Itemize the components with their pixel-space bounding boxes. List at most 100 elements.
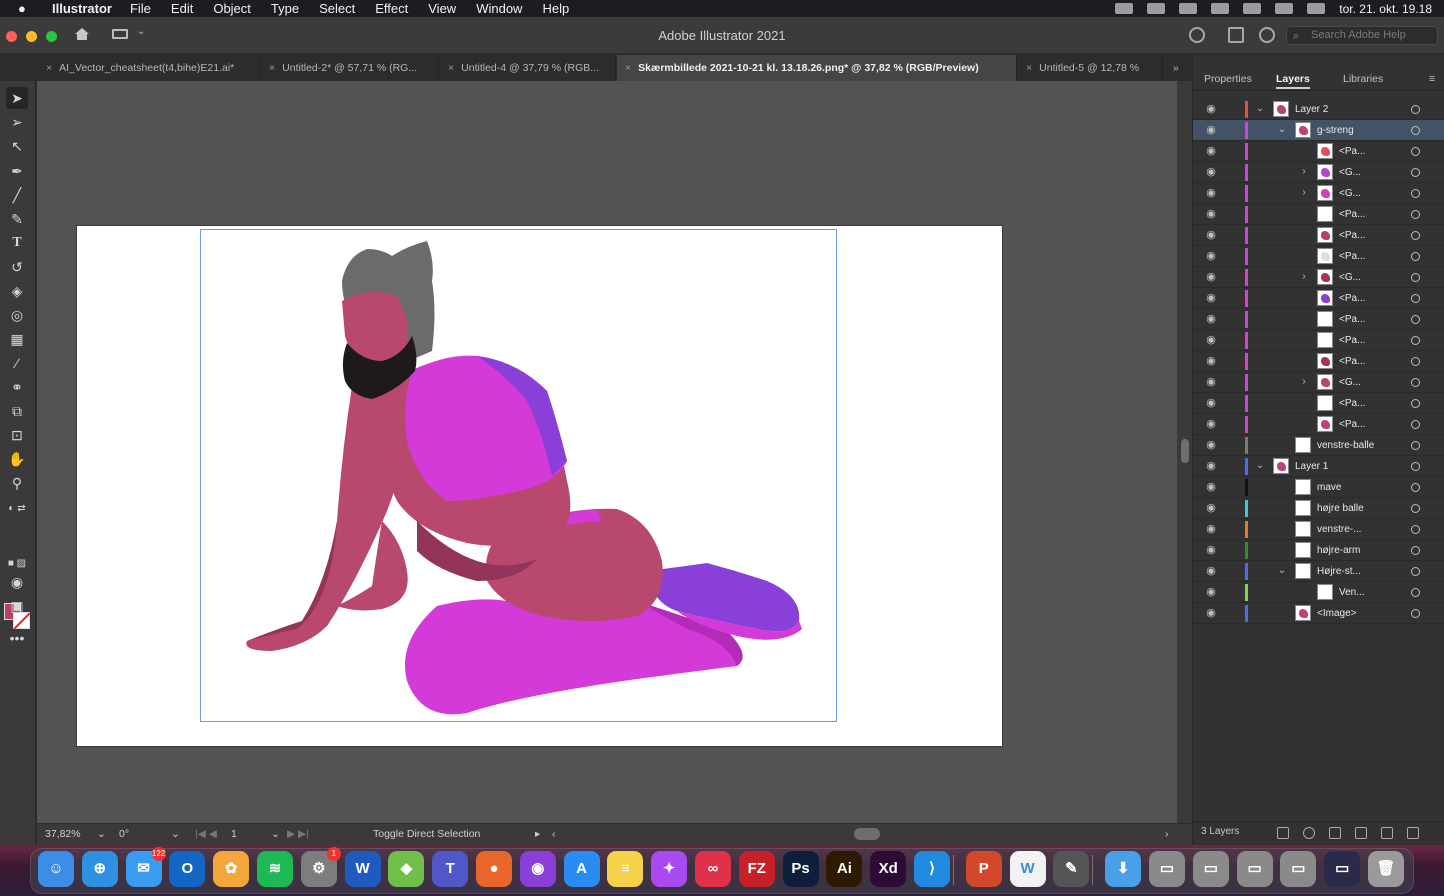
target-circle-icon[interactable] [1411,546,1420,555]
control-center-icon[interactable] [1307,3,1326,14]
layer-row[interactable]: ◉ <Pa... [1193,225,1444,246]
chevron-down-icon[interactable]: ⌄ [1277,123,1287,137]
rotate-tool-icon[interactable]: ↺ [6,256,28,278]
next-artboard-icon[interactable]: ▶ ▶| [287,827,309,842]
visibility-eye-icon[interactable]: ◉ [1205,145,1217,157]
layer-row[interactable]: ◉ højre-arm [1193,540,1444,561]
layer-row[interactable]: ◉ højre balle [1193,498,1444,519]
layer-row[interactable]: ◉ venstre-... [1193,519,1444,540]
dock-app-vs-code[interactable]: ⟩ [914,851,950,887]
visibility-eye-icon[interactable]: ◉ [1205,481,1217,493]
chevron-right-icon[interactable]: › [1299,186,1309,200]
target-circle-icon[interactable] [1411,399,1420,408]
target-circle-icon[interactable] [1411,294,1420,303]
export-icon[interactable] [1277,827,1289,839]
layer-row[interactable]: ◉ venstre-balle [1193,435,1444,456]
visibility-eye-icon[interactable]: ◉ [1205,271,1217,283]
zoom-tool-icon[interactable]: ⚲ [6,472,28,494]
more-tools-icon[interactable]: ••• [6,627,28,649]
layer-name[interactable]: <G... [1339,162,1361,183]
bluetooth-icon[interactable] [1211,3,1230,14]
layer-row[interactable]: ◉ <Pa... [1193,330,1444,351]
visibility-eye-icon[interactable]: ◉ [1205,250,1217,262]
menu-view[interactable]: View [428,1,456,16]
visibility-eye-icon[interactable]: ◉ [1205,607,1217,619]
target-circle-icon[interactable] [1411,378,1420,387]
close-tab-icon[interactable]: × [269,62,275,74]
menu-file[interactable]: File [130,1,151,16]
make-clipping-mask-icon[interactable] [1329,827,1341,839]
visibility-eye-icon[interactable]: ◉ [1205,397,1217,409]
target-circle-icon[interactable] [1411,504,1420,513]
layer-name[interactable]: højre balle [1317,498,1364,519]
search-help-input[interactable]: ⌕ Search Adobe Help [1286,26,1438,45]
layer-name[interactable]: Ven... [1339,582,1365,603]
visibility-eye-icon[interactable]: ◉ [1205,418,1217,430]
menu-help[interactable]: Help [542,1,569,16]
menubar-clock[interactable]: tor. 21. okt. 19.18 [1339,2,1432,16]
chevron-down-icon[interactable]: ⌄ [1277,564,1287,578]
target-circle-icon[interactable] [1411,483,1420,492]
dock-app-downloads[interactable]: ⬇ [1105,851,1142,887]
layer-name[interactable]: <Pa... [1339,246,1365,267]
document-tab[interactable]: × Untitled-5 @ 12,78 % [1018,55,1163,81]
menu-effect[interactable]: Effect [375,1,408,16]
target-circle-icon[interactable] [1411,147,1420,156]
layer-row[interactable]: ◉ <Pa... [1193,309,1444,330]
layer-row[interactable]: ◉ <Pa... [1193,288,1444,309]
layer-name[interactable]: <Pa... [1339,393,1365,414]
layer-name[interactable]: <Pa... [1339,330,1365,351]
dock-app-photoshop[interactable]: Ps [782,851,819,887]
rotation-value[interactable]: 0° [119,827,129,842]
target-circle-icon[interactable] [1411,252,1420,261]
layer-row[interactable]: ◉ <Pa... [1193,204,1444,225]
more-tabs-icon[interactable]: » [1165,55,1192,81]
layer-name[interactable]: <Pa... [1339,225,1365,246]
default-colors-icon[interactable]: ◐ ⇄ [6,498,28,520]
target-circle-icon[interactable] [1411,588,1420,597]
target-circle-icon[interactable] [1411,357,1420,366]
scroll-left-icon[interactable]: ‹ [552,827,556,842]
layer-row[interactable]: ◉ › <G... [1193,372,1444,393]
layer-name[interactable]: Layer 1 [1295,456,1328,477]
target-circle-icon[interactable] [1411,420,1420,429]
selection-tool-icon[interactable]: ➤ [6,87,28,109]
layer-name[interactable]: <Pa... [1339,309,1365,330]
visibility-eye-icon[interactable]: ◉ [1205,460,1217,472]
dock-app-teams[interactable]: T [432,851,469,887]
layer-name[interactable]: højre-arm [1317,540,1360,561]
close-tab-icon[interactable]: × [46,62,52,74]
chevron-down-icon[interactable]: ⌄ [171,827,180,842]
dock-app-creative-cloud[interactable]: ∞ [695,851,731,887]
panel-menu-icon[interactable]: ≡ [1429,69,1435,89]
target-circle-icon[interactable] [1411,126,1420,135]
dock-app-wunderlist[interactable]: W [1009,851,1046,887]
target-circle-icon[interactable] [1411,336,1420,345]
vertical-scrollbar[interactable] [1177,81,1192,823]
eraser-tool-icon[interactable]: ◈ [6,280,28,302]
tab-layers[interactable]: Layers [1276,69,1310,89]
dock-app-window-1[interactable]: ▭ [1149,851,1185,887]
new-sublayer-icon[interactable] [1355,827,1367,839]
dock-app-messenger[interactable]: ✦ [651,851,688,887]
close-tab-icon[interactable]: × [448,62,454,74]
layer-name[interactable]: <Pa... [1339,351,1365,372]
apple-icon[interactable]: ● [18,1,38,16]
shape-builder-tool-icon[interactable]: ◎ [6,304,28,326]
tray-icon[interactable] [1147,3,1166,14]
visibility-eye-icon[interactable]: ◉ [1205,103,1217,115]
type-tool-icon[interactable]: T [6,232,28,254]
layer-name[interactable]: venstre-... [1317,519,1361,540]
target-circle-icon[interactable] [1411,462,1420,471]
arrange-icon[interactable] [1228,27,1244,43]
menu-app-name[interactable]: Illustrator [52,1,112,16]
visibility-eye-icon[interactable]: ◉ [1205,187,1217,199]
menu-window[interactable]: Window [476,1,522,16]
layer-name[interactable]: <G... [1339,183,1361,204]
zoom-level[interactable]: 37,82% [45,827,81,842]
close-tab-icon[interactable]: × [625,62,631,74]
layer-row[interactable]: ◉ Ven... [1193,582,1444,603]
visibility-eye-icon[interactable]: ◉ [1205,586,1217,598]
document-tab-active[interactable]: × Skærmbillede 2021-10-21 kl. 13.18.26.pn… [617,55,1017,81]
chevron-right-icon[interactable]: › [1299,165,1309,179]
